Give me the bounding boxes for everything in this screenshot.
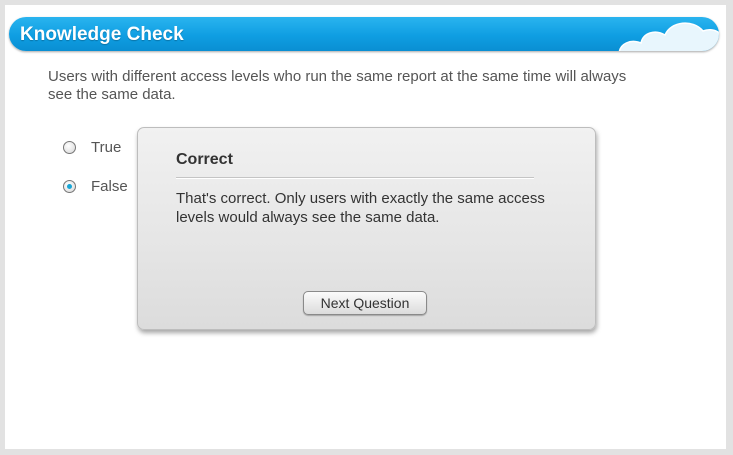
next-question-button[interactable]: Next Question [303,291,427,315]
radio-false[interactable] [63,180,76,193]
feedback-message: That's correct. Only users with exactly … [176,190,545,226]
question-text: Users with different access levels who r… [48,68,627,103]
content-frame: Knowledge Check Users with different acc… [5,5,726,449]
feedback-dialog: Correct That's correct. Only users with … [137,127,596,330]
feedback-title: Correct [176,151,233,168]
radio-true[interactable] [63,141,76,154]
option-false-label: False [91,178,128,195]
cloud-icon [618,22,719,51]
option-true-label: True [91,139,122,156]
option-true[interactable]: True [63,139,121,156]
option-false[interactable]: False [63,178,128,195]
divider [176,177,534,179]
header-bar: Knowledge Check [9,17,719,51]
page-title: Knowledge Check [20,24,184,45]
